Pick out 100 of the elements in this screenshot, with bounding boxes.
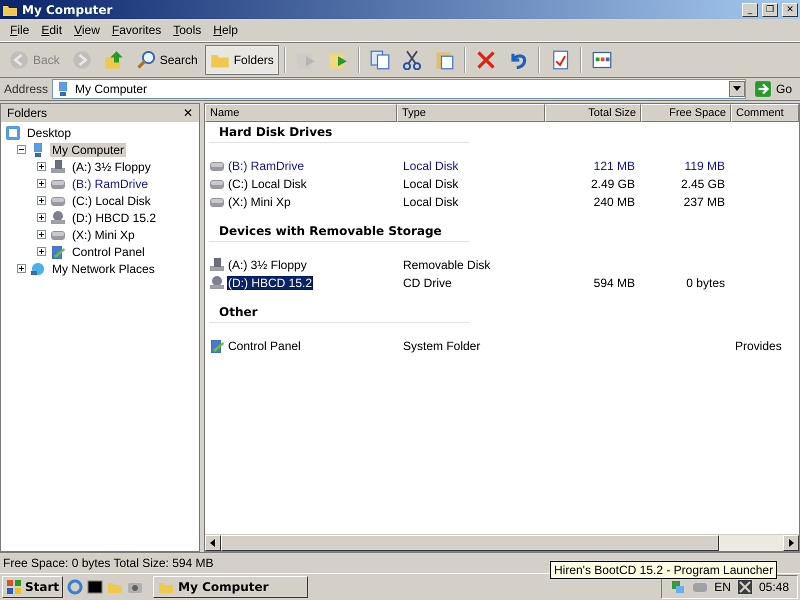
window-title: My Computer <box>22 2 114 16</box>
cd-drive-icon <box>209 275 225 291</box>
tree-item[interactable]: My Computer <box>50 142 126 156</box>
column-header[interactable]: Comment <box>731 104 799 122</box>
cd-drive-icon <box>50 210 66 226</box>
table-cell-text: Provides <box>734 339 783 353</box>
taskbar-button[interactable]: My Computer <box>153 576 308 598</box>
close-button[interactable]: ✕ <box>183 106 193 120</box>
drive-name[interactable]: (A:) 3½ Floppy <box>227 258 308 272</box>
drive-name[interactable]: (C:) Local Disk <box>227 177 308 191</box>
folders-button[interactable]: Folders <box>204 45 279 75</box>
tree-item[interactable]: (A:) 3½ Floppy <box>70 160 153 174</box>
horizontal-scrollbar[interactable] <box>205 534 799 551</box>
menu-item[interactable]: File <box>4 21 36 39</box>
scroll-left-button[interactable] <box>205 535 221 551</box>
status-text: Free Space: 0 bytes Total Size: 594 MB <box>2 556 215 570</box>
drive-name[interactable]: (X:) Mini Xp <box>227 195 292 209</box>
window-control-button[interactable]: ✕ <box>782 2 798 16</box>
plus-icon <box>38 231 45 238</box>
window-control-button[interactable]: ❐ <box>762 2 778 16</box>
delete-x-icon <box>476 50 496 70</box>
table-cell-text: 121 MB <box>592 159 636 173</box>
table-cell-text: Local Disk <box>402 159 460 173</box>
menu-item[interactable]: Tools <box>167 21 208 39</box>
table-cell-text: 237 MB <box>682 195 726 209</box>
table-cell-text: Local Disk <box>402 195 460 209</box>
control-panel-icon <box>50 244 66 260</box>
up-folder-icon <box>104 50 124 70</box>
language-indicator[interactable]: EN <box>714 580 731 594</box>
plus-icon <box>38 214 45 221</box>
table-cell-text: Removable Disk <box>402 258 492 272</box>
tree-item[interactable]: My Network Places <box>50 262 157 276</box>
tree-item[interactable]: Control Panel <box>70 244 147 258</box>
column-header[interactable]: Total Size <box>545 104 641 122</box>
tree-item[interactable]: (D:) HBCD 15.2 <box>70 210 158 224</box>
go-button[interactable]: Go <box>750 79 796 99</box>
expand-toggle[interactable] <box>37 196 46 205</box>
clock: 05:48 <box>758 580 789 594</box>
scissors-icon <box>402 50 422 70</box>
group-title: Other <box>209 302 469 323</box>
search-icon <box>136 50 156 70</box>
tooltip: Hiren's BootCD 15.2 - Program Launcher <box>550 561 778 579</box>
network-icon <box>30 260 46 276</box>
column-header[interactable]: Name <box>205 104 397 122</box>
plus-icon <box>38 197 45 204</box>
start-button[interactable]: Start <box>2 576 64 598</box>
expand-toggle[interactable] <box>37 213 46 222</box>
floppy-drive-icon <box>209 257 225 273</box>
menu-item[interactable]: Edit <box>35 21 68 39</box>
menu-item[interactable]: View <box>68 21 106 39</box>
browser-icon <box>67 579 84 595</box>
copy-icon <box>370 50 390 70</box>
table-cell-text: 119 MB <box>684 159 726 173</box>
desktop-icon <box>5 124 21 140</box>
menu-item[interactable]: Help <box>207 21 244 39</box>
right-arrow-icon <box>787 539 795 547</box>
expand-toggle[interactable] <box>37 230 46 239</box>
expand-toggle[interactable] <box>37 179 46 188</box>
control-panel-icon <box>209 338 225 354</box>
group-title: Devices with Removable Storage <box>209 221 469 242</box>
plus-icon <box>38 163 45 170</box>
plus-icon <box>38 248 45 255</box>
table-cell-text: 0 bytes <box>685 276 726 290</box>
window-control-button[interactable]: _ <box>742 2 758 16</box>
floppy-drive-icon <box>50 158 66 174</box>
address-label: Address <box>4 82 48 96</box>
column-header[interactable]: Free Space <box>641 104 731 122</box>
expand-toggle[interactable] <box>17 145 26 154</box>
caret-icon <box>732 85 741 93</box>
expand-toggle[interactable] <box>37 247 46 256</box>
expand-toggle[interactable] <box>37 162 46 171</box>
table-cell-text: 2.49 GB <box>590 177 636 191</box>
drive-name[interactable]: (B:) RamDrive <box>227 159 306 173</box>
views-icon <box>592 50 612 70</box>
plus-icon <box>18 265 25 272</box>
dropdown-button[interactable] <box>728 81 745 97</box>
scroll-right-button[interactable] <box>783 535 799 551</box>
drive-name[interactable]: (D:) HBCD 15.2 <box>227 276 314 290</box>
menu-item[interactable]: Favorites <box>106 21 168 39</box>
search-button[interactable]: Search <box>130 45 203 75</box>
table-cell-text: CD Drive <box>402 276 453 290</box>
command-prompt-icon <box>87 579 104 595</box>
table-cell-text: Local Disk <box>402 177 460 191</box>
minus-icon <box>18 146 25 153</box>
table-cell-text: 240 MB <box>592 195 636 209</box>
tree-item[interactable]: (B:) RamDrive <box>70 176 150 190</box>
plus-icon <box>38 180 45 187</box>
table-cell-text: System Folder <box>402 339 482 353</box>
column-header[interactable]: Type <box>397 104 545 122</box>
windows-logo-icon <box>6 579 22 595</box>
left-arrow-icon <box>209 539 217 547</box>
address-field[interactable]: My Computer <box>52 79 746 99</box>
tree-item[interactable]: Desktop <box>25 126 74 140</box>
pane-title: Folders <box>7 106 48 120</box>
tree-item[interactable]: (X:) Mini Xp <box>70 228 137 242</box>
table-cell-text: 2.45 GB <box>680 177 726 191</box>
clipboard-icon <box>434 50 454 70</box>
drive-name[interactable]: Control Panel <box>227 339 302 353</box>
expand-toggle[interactable] <box>17 264 26 273</box>
tree-item[interactable]: (C:) Local Disk <box>70 194 153 208</box>
